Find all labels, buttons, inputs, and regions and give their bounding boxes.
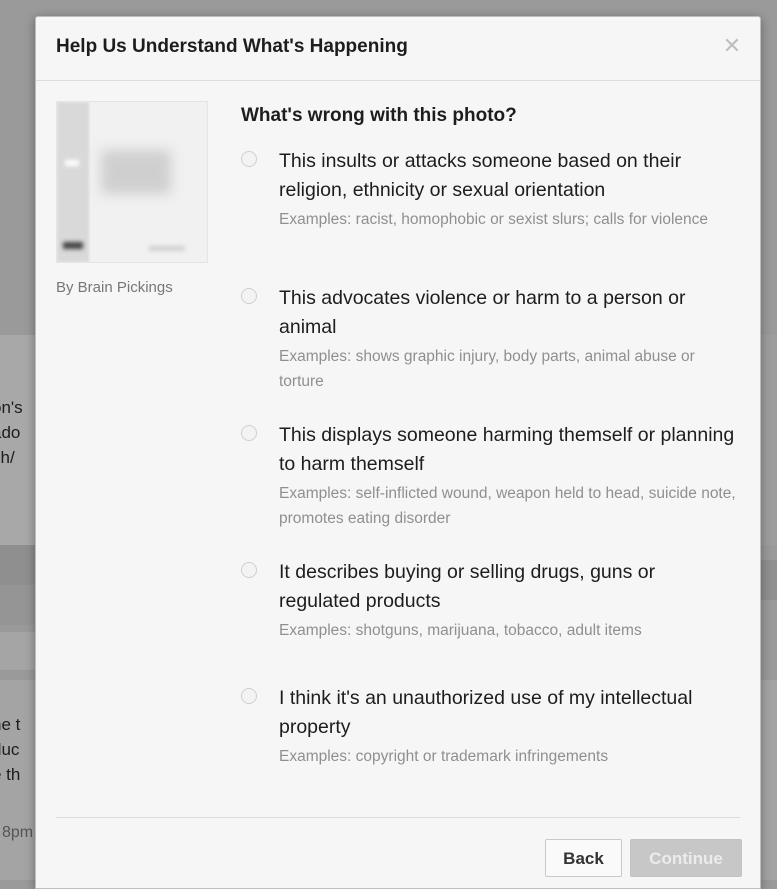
- option-label: This insults or attacks someone based on…: [279, 150, 682, 201]
- option-example: Examples: shows graphic injury, body par…: [279, 348, 695, 390]
- close-icon[interactable]: ✕: [720, 34, 744, 58]
- background-text: ch/: [0, 448, 15, 467]
- report-option[interactable]: This displays someone harming themself o…: [241, 421, 741, 558]
- option-label: I think it's an unauthorized use of my i…: [279, 687, 693, 738]
- footer-divider: [56, 817, 740, 818]
- report-option[interactable]: I think it's an unauthorized use of my i…: [241, 684, 741, 769]
- radio-button[interactable]: [241, 688, 257, 704]
- thumbnail-caption: By Brain Pickings: [56, 279, 173, 296]
- background-input: [0, 632, 40, 670]
- option-example: Examples: shotguns, marijuana, tobacco, …: [279, 622, 642, 639]
- background-text: on's: [0, 398, 23, 417]
- photo-thumbnail: [56, 101, 208, 263]
- report-options: This insults or attacks someone based on…: [241, 147, 741, 769]
- background-text: e th: [0, 765, 21, 784]
- report-option[interactable]: This insults or attacks someone based on…: [241, 147, 741, 284]
- background-timestamp: 8pm: [2, 824, 34, 841]
- dialog-title: Help Us Understand What's Happening: [56, 36, 408, 57]
- dialog-header: Help Us Understand What's Happening ✕: [36, 17, 760, 81]
- radio-button[interactable]: [241, 151, 257, 167]
- report-dialog: Help Us Understand What's Happening ✕ By…: [35, 16, 761, 889]
- back-button[interactable]: Back: [545, 839, 622, 877]
- continue-button[interactable]: Continue: [630, 839, 742, 877]
- background-bar: [0, 585, 40, 625]
- background-bar: [0, 545, 40, 585]
- report-option[interactable]: It describes buying or selling drugs, gu…: [241, 558, 741, 684]
- background-text: duc: [0, 740, 20, 759]
- option-label: It describes buying or selling drugs, gu…: [279, 561, 656, 612]
- question-heading: What's wrong with this photo?: [241, 105, 517, 126]
- option-label: This advocates violence or harm to a per…: [279, 287, 686, 338]
- option-example: Examples: copyright or trademark infring…: [279, 748, 609, 765]
- background-text: ne t: [0, 715, 21, 734]
- radio-button[interactable]: [241, 288, 257, 304]
- background-text: ado: [0, 423, 21, 442]
- radio-button[interactable]: [241, 425, 257, 441]
- radio-button[interactable]: [241, 562, 257, 578]
- option-example: Examples: self-inflicted wound, weapon h…: [279, 485, 736, 527]
- option-example: Examples: racist, homophobic or sexist s…: [279, 211, 708, 228]
- option-label: This displays someone harming themself o…: [279, 424, 735, 475]
- report-option[interactable]: This advocates violence or harm to a per…: [241, 284, 741, 421]
